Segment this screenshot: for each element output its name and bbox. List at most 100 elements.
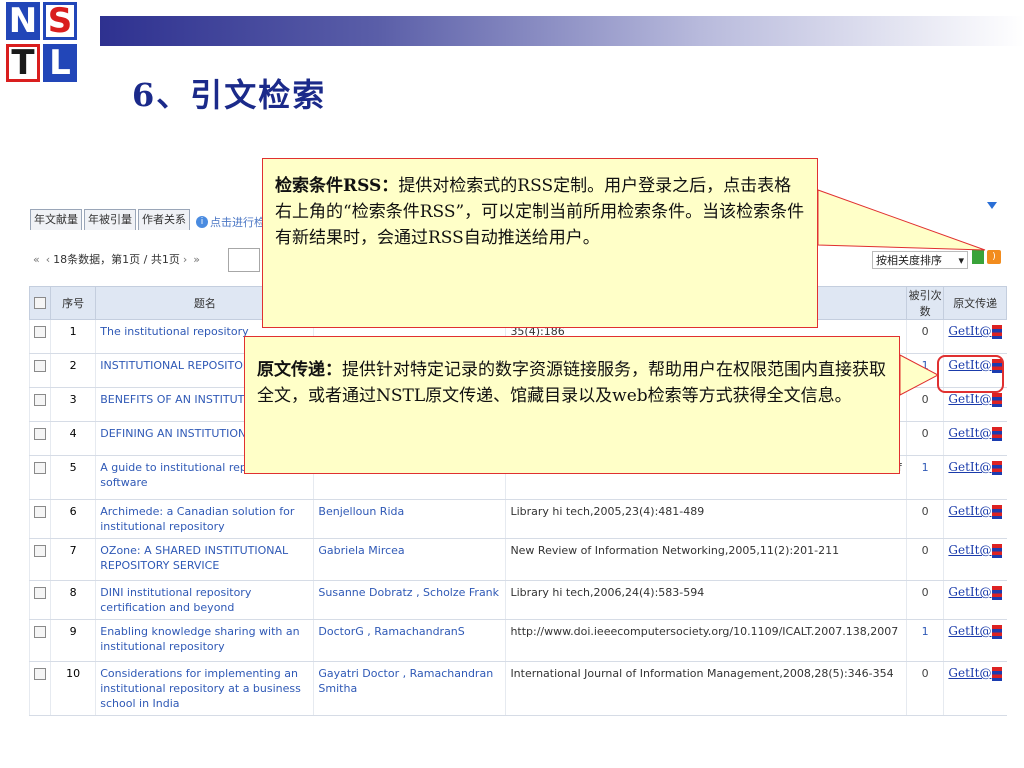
row-checkbox[interactable] <box>34 462 46 474</box>
row-cited-count: 0 <box>921 427 929 440</box>
row-number-cell: 8 <box>49 580 96 620</box>
row-number: 1 <box>69 325 77 338</box>
sort-select[interactable]: 按相关度排序 ▾ <box>872 251 968 269</box>
row-checkbox-cell-cell <box>29 455 51 500</box>
analysis-tip[interactable]: i 点击进行检 <box>196 214 265 230</box>
info-icon: i <box>196 216 208 228</box>
row-cited-count-cell: 0 <box>905 387 944 422</box>
row-checkbox-cell-cell <box>29 538 51 581</box>
row-checkbox-cell-cell <box>29 619 51 662</box>
page-number-input[interactable] <box>228 248 260 272</box>
row-checkbox[interactable] <box>34 428 46 440</box>
row-author[interactable]: Gayatri Doctor , Ramachandran Smitha <box>318 667 493 695</box>
getit-link[interactable]: GetIt@ <box>948 585 1003 600</box>
getit-icon <box>992 426 1003 441</box>
row-number-cell: 1 <box>49 319 96 354</box>
row-checkbox[interactable] <box>34 394 46 406</box>
row-author[interactable]: Susanne Dobratz , Scholze Frank <box>318 586 499 599</box>
first-page-icon[interactable]: « <box>33 253 40 266</box>
prev-page-icon[interactable]: ‹ <box>46 253 50 266</box>
getit-link[interactable]: GetIt@ <box>948 426 1003 441</box>
row-number: 5 <box>69 461 77 474</box>
row-cited-count[interactable]: 1 <box>922 625 929 638</box>
row-source: Library hi tech,2005,23(4):481-489 <box>510 505 705 518</box>
getit-link[interactable]: GetIt@ <box>948 324 1003 339</box>
row-title[interactable]: BENEFITS OF AN INSTITUTIO <box>100 393 256 406</box>
row-title[interactable]: The institutional repository <box>100 325 248 338</box>
rss-icon[interactable]: ) <box>987 250 1001 264</box>
row-delivery-cell: GetIt@ <box>943 499 1007 539</box>
row-author-cell: Gayatri Doctor , Ramachandran Smitha <box>313 661 506 716</box>
getit-icon <box>992 324 1003 339</box>
row-delivery-cell: GetIt@ <box>943 421 1007 456</box>
tab-annual-citations[interactable]: 年被引量 <box>84 209 136 230</box>
getit-link[interactable]: GetIt@ <box>948 392 1003 407</box>
row-number: 6 <box>69 505 77 518</box>
getit-link[interactable]: GetIt@ <box>948 666 1003 681</box>
row-title[interactable]: DEFINING AN INSTITUTIONA <box>100 427 254 440</box>
row-checkbox-cell-cell <box>29 499 51 539</box>
row-title[interactable]: Archimede: a Canadian solution for insti… <box>100 505 294 533</box>
row-title[interactable]: INSTITUTIONAL REPOSITOR <box>100 359 250 372</box>
row-author[interactable]: Benjelloun Rida <box>318 505 404 518</box>
tab-annual-docs[interactable]: 年文献量 <box>30 209 82 230</box>
row-number-cell: 9 <box>49 619 96 662</box>
select-all-checkbox[interactable] <box>34 296 46 309</box>
row-checkbox[interactable] <box>34 360 46 372</box>
row-cited-count[interactable]: 1 <box>922 359 929 372</box>
getit-link[interactable]: GetIt@ <box>948 460 1003 475</box>
row-title[interactable]: DINI institutional repository certificat… <box>100 586 251 614</box>
row-delivery-cell: GetIt@ <box>943 619 1007 662</box>
row-delivery-cell: GetIt@ <box>943 455 1007 500</box>
row-cited-count: 0 <box>921 393 929 406</box>
getit-link[interactable]: GetIt@ <box>948 624 1003 639</box>
getit-label: GetIt@ <box>948 460 992 474</box>
row-title[interactable]: Considerations for implementing an insti… <box>100 667 301 710</box>
row-delivery-cell: GetIt@ <box>943 538 1007 581</box>
getit-icon <box>992 624 1003 639</box>
row-checkbox[interactable] <box>34 506 46 518</box>
row-checkbox[interactable] <box>34 668 46 680</box>
row-title[interactable]: Enabling knowledge sharing with an insti… <box>100 625 299 653</box>
last-page-icon[interactable]: » <box>193 253 200 266</box>
row-checkbox[interactable] <box>34 545 46 557</box>
row-author[interactable]: Gabriela Mircea <box>318 544 404 557</box>
getit-icon <box>992 585 1003 600</box>
row-delivery-cell: GetIt@ <box>943 580 1007 620</box>
next-page-icon[interactable]: › <box>183 253 187 266</box>
sort-select-value: 按相关度排序 <box>876 254 942 267</box>
getit-link[interactable]: GetIt@ <box>948 504 1003 519</box>
getit-icon <box>992 460 1003 475</box>
getit-label: GetIt@ <box>948 666 992 680</box>
row-delivery-cell: GetIt@ <box>943 661 1007 716</box>
row-number: 2 <box>69 359 77 372</box>
row-cited-count: 0 <box>921 325 929 338</box>
row-number: 3 <box>69 393 77 406</box>
row-cited-count-cell: 0 <box>905 580 944 620</box>
row-source-cell: Library hi tech,2006,24(4):583-594 <box>505 580 907 620</box>
logo-letter-n: N <box>6 2 40 40</box>
row-title[interactable]: OZone: A SHARED INSTITUTIONAL REPOSITORY… <box>100 544 288 572</box>
row-checkbox[interactable] <box>34 326 46 338</box>
row-checkbox[interactable] <box>34 626 46 638</box>
collapse-arrow-icon[interactable] <box>987 202 997 209</box>
row-cited-count: 0 <box>921 544 929 557</box>
rss-icons: ) <box>972 250 1001 264</box>
table-row: 9 Enabling knowledge sharing with an inst… <box>29 619 1007 662</box>
row-cited-count[interactable]: 1 <box>922 461 929 474</box>
row-title-cell: Enabling knowledge sharing with an insti… <box>95 619 314 662</box>
row-title-cell: Considerations for implementing an insti… <box>95 661 314 716</box>
row-author-cell: Susanne Dobratz , Scholze Frank <box>313 580 506 620</box>
table-row: 7 OZone: A SHARED INSTITUTIONAL REPOSITOR… <box>29 538 1007 581</box>
getit-link[interactable]: GetIt@ <box>948 543 1003 558</box>
tab-author-relations[interactable]: 作者关系 <box>138 209 190 230</box>
row-source: http://www.doi.ieeecomputersociety.org/1… <box>510 625 899 638</box>
logo-letter-l: L <box>43 44 77 82</box>
row-number-cell: 5 <box>49 455 96 500</box>
chart-tabs: 年文献量 年被引量 作者关系 i 点击进行检 <box>30 208 265 230</box>
export-icon[interactable] <box>972 250 984 264</box>
row-cited-count: 0 <box>921 586 929 599</box>
row-checkbox[interactable] <box>34 587 46 599</box>
row-author[interactable]: DoctorG , RamachandranS <box>318 625 464 638</box>
row-checkbox-cell-cell <box>29 580 51 620</box>
